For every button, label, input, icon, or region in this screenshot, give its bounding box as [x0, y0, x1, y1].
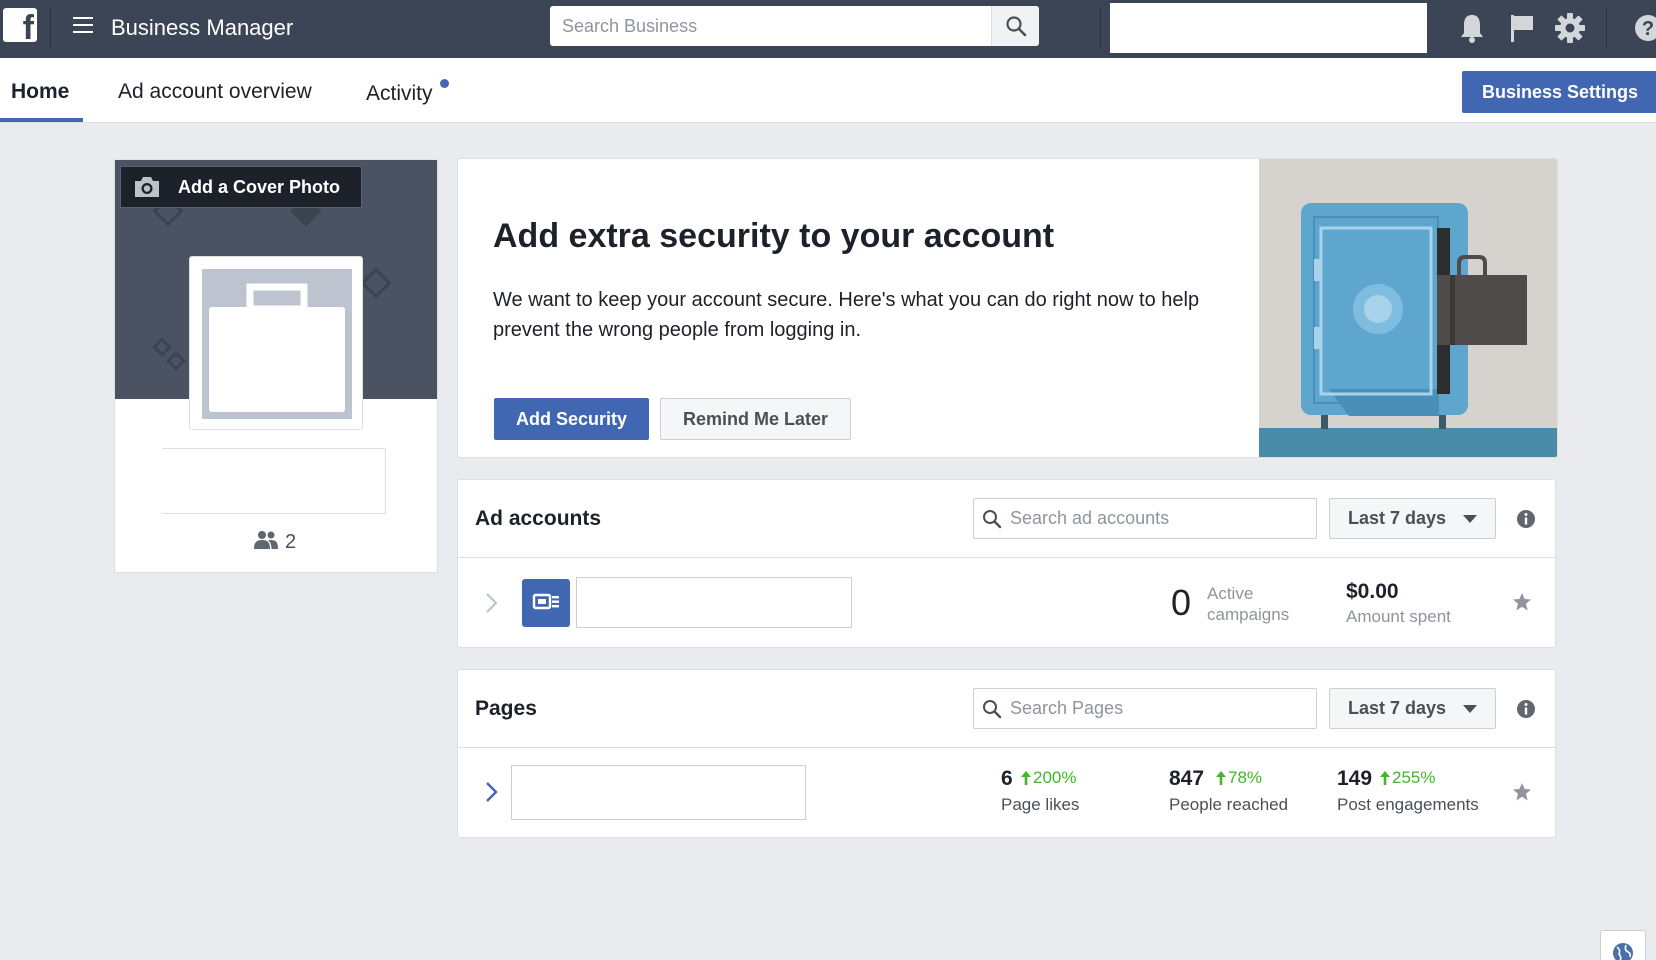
- chevron-right-icon[interactable]: [484, 781, 498, 803]
- business-name-field: [162, 448, 386, 514]
- help-icon[interactable]: ?: [1628, 8, 1656, 48]
- tab-activity[interactable]: Activity: [366, 82, 433, 106]
- security-banner: Add extra security to your account We wa…: [457, 158, 1558, 458]
- briefcase-placeholder: [202, 269, 352, 419]
- svg-text:?: ?: [1642, 18, 1654, 40]
- bell-icon[interactable]: [1452, 8, 1492, 48]
- camera-icon: [135, 177, 159, 197]
- ad-account-name-field: [576, 577, 852, 628]
- briefcase-icon: [209, 283, 345, 412]
- business-search: [550, 6, 1040, 46]
- gear-icon[interactable]: [1550, 8, 1590, 48]
- language-button[interactable]: [1600, 930, 1646, 960]
- divider: [1606, 8, 1607, 48]
- cover-pattern: [360, 267, 392, 299]
- pages-search-input[interactable]: [1010, 689, 1310, 728]
- account-switcher[interactable]: [1110, 3, 1427, 53]
- search-input[interactable]: [550, 6, 1040, 46]
- add-cover-photo-button[interactable]: Add a Cover Photo: [120, 166, 362, 208]
- active-campaigns-value: 0: [1171, 582, 1192, 623]
- search-button[interactable]: [991, 6, 1039, 46]
- people-icon: [254, 531, 278, 549]
- tab-ad-account-overview[interactable]: Ad account overview: [118, 80, 312, 104]
- caret-down-icon: [1463, 705, 1477, 713]
- page-name-field: [511, 765, 806, 820]
- ad-accounts-card: Ad accounts Last 7 days: [457, 479, 1556, 648]
- tab-bar: Home Ad account overview Activity Busine…: [0, 58, 1656, 123]
- page-likes-change: 200%: [1033, 768, 1077, 787]
- date-range-label: Last 7 days: [1348, 698, 1447, 718]
- flag-icon[interactable]: [1502, 8, 1542, 48]
- pages-date-range-dropdown[interactable]: Last 7 days: [1329, 688, 1496, 729]
- page-row[interactable]: 6 200% Page likes 847 78% People reached…: [458, 748, 1555, 837]
- people-count-value: 2: [285, 531, 297, 553]
- business-profile-card: Add a Cover Photo 2: [114, 159, 438, 573]
- post-engagements-value: 149: [1337, 767, 1373, 790]
- business-settings-button[interactable]: Business Settings: [1462, 71, 1656, 113]
- cover-pattern: [166, 351, 186, 371]
- ad-accounts-header: Ad accounts Last 7 days: [458, 480, 1555, 558]
- arrow-up-icon: [1380, 771, 1390, 785]
- safe-illustration: [1259, 159, 1557, 457]
- tab-home[interactable]: Home: [11, 80, 69, 104]
- remind-me-later-button[interactable]: Remind Me Later: [660, 398, 851, 440]
- active-campaigns-label: Active: [1207, 584, 1254, 603]
- ad-accounts-search: [973, 498, 1317, 539]
- arrow-up-icon: [1021, 771, 1031, 785]
- amount-spent-value: $0.00: [1346, 580, 1399, 603]
- pages-search: [973, 688, 1317, 729]
- page-likes-label: Page likes: [1001, 795, 1080, 814]
- pages-card: Pages Last 7 days 6 200% Page likes: [457, 669, 1556, 838]
- business-avatar[interactable]: [189, 256, 363, 430]
- people-reached-label: People reached: [1169, 795, 1289, 814]
- page-likes-value: 6: [1001, 767, 1013, 790]
- active-campaigns-label: campaigns: [1207, 605, 1290, 624]
- app-title: Business Manager: [111, 15, 294, 40]
- divider: [1100, 8, 1101, 48]
- ad-accounts-search-input[interactable]: [1010, 499, 1310, 538]
- add-cover-photo-label: Add a Cover Photo: [178, 176, 341, 197]
- star-icon[interactable]: [1512, 592, 1532, 612]
- security-description: We want to keep your account secure. Her…: [493, 289, 1200, 341]
- search-icon: [983, 510, 1002, 529]
- top-bar: f Business Manager ?: [0, 0, 1656, 58]
- arrow-up-icon: [1216, 771, 1226, 785]
- people-count[interactable]: 2: [253, 530, 296, 554]
- notification-dot: [440, 79, 449, 88]
- ad-account-row[interactable]: 0 Active campaigns $0.00 Amount spent: [458, 558, 1555, 647]
- globe-icon: [1613, 943, 1633, 960]
- add-security-button[interactable]: Add Security: [494, 398, 649, 440]
- search-icon: [983, 700, 1002, 719]
- info-icon[interactable]: [1516, 509, 1536, 529]
- people-reached-change: 78%: [1228, 768, 1263, 787]
- caret-down-icon: [1463, 515, 1477, 523]
- security-title: Add extra security to your account: [493, 217, 1055, 255]
- post-engagements-change: 255%: [1392, 768, 1436, 787]
- chevron-right-icon[interactable]: [484, 592, 498, 614]
- ad-accounts-title: Ad accounts: [475, 507, 602, 530]
- facebook-logo-icon[interactable]: f: [3, 8, 37, 45]
- menu-icon[interactable]: [73, 17, 93, 35]
- date-range-label: Last 7 days: [1348, 508, 1447, 528]
- pages-header: Pages Last 7 days: [458, 670, 1555, 748]
- ad-accounts-date-range-dropdown[interactable]: Last 7 days: [1329, 498, 1496, 539]
- people-reached-value: 847: [1169, 767, 1205, 790]
- active-tab-indicator: [0, 118, 83, 122]
- search-icon: [1006, 16, 1027, 37]
- info-icon[interactable]: [1516, 699, 1536, 719]
- star-icon[interactable]: [1512, 782, 1532, 802]
- post-engagements-label: Post engagements: [1337, 795, 1479, 814]
- amount-spent-label: Amount spent: [1346, 607, 1451, 626]
- divider: [50, 8, 51, 48]
- pages-title: Pages: [475, 697, 537, 720]
- ad-account-icon: [522, 579, 570, 627]
- cover-pattern: [152, 337, 172, 357]
